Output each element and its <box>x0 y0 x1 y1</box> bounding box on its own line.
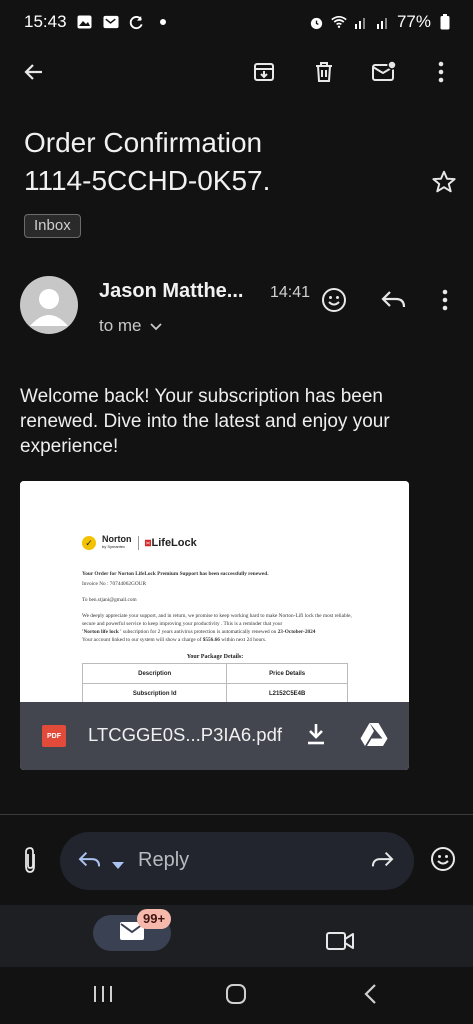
preview-recipient: To ben.stjani@gmail.com <box>82 597 137 603</box>
attachment-bar[interactable]: PDF LTCGGE0S...P3IA6.pdf <box>20 702 409 770</box>
attach-button[interactable] <box>10 842 50 882</box>
add-reaction-button[interactable] <box>314 282 354 322</box>
divider <box>0 814 473 815</box>
wifi-icon <box>331 14 347 30</box>
react-button[interactable] <box>423 841 463 881</box>
email-subject: Order Confirmation 1114-5CCHD-0K57. <box>24 127 271 196</box>
preview-invoice: Invoice No : 70744062GOUR <box>82 581 146 587</box>
voicemail-icon <box>103 14 119 30</box>
forward-button[interactable] <box>370 850 394 875</box>
preview-headline: Your Order for Norton LifeLock Premium S… <box>82 571 269 577</box>
top-action-bar <box>0 44 473 104</box>
avatar[interactable] <box>20 276 78 334</box>
emoji-icon <box>321 287 347 318</box>
star-button[interactable] <box>428 168 460 200</box>
reply-icon <box>381 289 407 316</box>
reply-button[interactable] <box>374 282 414 322</box>
chevron-down-icon <box>149 316 162 336</box>
inbox-label-chip[interactable]: Inbox <box>24 214 81 238</box>
system-navigation-bar <box>0 967 473 1024</box>
video-camera-icon <box>326 931 354 956</box>
check-icon: ✓ <box>82 536 96 550</box>
google-drive-icon <box>360 722 388 751</box>
more-vert-icon <box>438 61 444 88</box>
preview-package-table: Description Price Details Subscription I… <box>81 663 348 704</box>
reply-input[interactable]: Reply <box>60 832 414 890</box>
norton-lifelock-logo: ✓ Norton by Symantec ⧈LifeLock <box>82 535 197 551</box>
preview-paragraph: We deeply appreciate your support, and i… <box>82 613 352 627</box>
delete-button[interactable] <box>304 54 344 94</box>
download-icon <box>305 722 327 751</box>
email-time: 14:41 <box>270 284 311 301</box>
mark-unread-icon <box>371 59 397 89</box>
alarm-icon <box>309 14 325 30</box>
sync-icon <box>129 14 145 30</box>
chevron-left-icon <box>363 983 377 1010</box>
preview-package-title: Your Package Details: <box>186 654 244 660</box>
attachment-filename[interactable]: LTCGGE0S...P3IA6.pdf <box>88 724 282 746</box>
more-vert-icon <box>442 289 448 316</box>
mail-tab[interactable]: 99+ <box>93 909 172 951</box>
system-back-button[interactable] <box>355 981 385 1011</box>
emoji-icon <box>430 846 456 877</box>
star-outline-icon <box>431 169 457 200</box>
paperclip-icon <box>22 846 38 879</box>
home-icon <box>225 983 247 1010</box>
archive-button[interactable] <box>244 54 284 94</box>
person-icon <box>30 289 68 326</box>
download-button[interactable] <box>298 718 334 754</box>
unread-badge: 99+ <box>137 909 172 929</box>
attachment-preview[interactable]: ✓ Norton by Symantec ⧈LifeLock Your Orde… <box>20 481 409 704</box>
meet-tab[interactable] <box>320 923 360 963</box>
more-options-button[interactable] <box>421 54 461 94</box>
message-more-button[interactable] <box>425 282 465 322</box>
battery-level: 77% <box>396 12 431 31</box>
dot-icon <box>155 14 171 30</box>
back-arrow-icon <box>22 60 46 89</box>
back-button[interactable] <box>14 54 54 94</box>
preview-renewal-line: 'Norton life lock ' subscription for 2 y… <box>82 629 316 635</box>
sender-name[interactable]: Jason Matthe... <box>99 280 264 303</box>
trash-icon <box>312 60 336 89</box>
status-time: 15:43 <box>24 12 67 31</box>
bottom-navigation: 99+ <box>0 905 473 967</box>
recipient-details-toggle[interactable]: to me <box>99 316 162 336</box>
reply-placeholder: Reply <box>138 849 190 871</box>
battery-icon <box>437 14 453 30</box>
mark-unread-button[interactable] <box>364 54 404 94</box>
recipient-label: to me <box>99 316 142 335</box>
archive-icon <box>252 60 276 89</box>
gallery-icon <box>77 14 93 30</box>
forward-icon <box>371 852 394 867</box>
preview-charge-line: Your account linked to our system will s… <box>82 637 267 643</box>
email-body: Welcome back! Your subscription has been… <box>20 386 390 457</box>
recents-icon <box>92 984 114 1009</box>
signal-icon-2 <box>375 14 391 30</box>
signal-icon <box>353 14 369 30</box>
table-row: Description Price Details <box>81 663 348 684</box>
home-button[interactable] <box>221 981 251 1011</box>
reply-bar: Reply <box>0 832 473 892</box>
save-to-drive-button[interactable] <box>356 718 392 754</box>
table-row: Subscription Id L2152C5E4B <box>81 683 348 704</box>
logo-norton-text: Norton <box>102 534 132 544</box>
recent-apps-button[interactable] <box>88 981 118 1011</box>
reply-icon <box>78 850 102 875</box>
attachment-card[interactable]: ✓ Norton by Symantec ⧈LifeLock Your Orde… <box>20 481 409 770</box>
status-bar: 15:43 77% <box>0 0 473 44</box>
reply-mode-dropdown-icon[interactable] <box>112 857 124 875</box>
pdf-file-icon: PDF <box>42 725 66 747</box>
logo-lifelock-text: LifeLock <box>151 536 197 549</box>
logo-norton-sub: by Symantec <box>102 544 126 549</box>
